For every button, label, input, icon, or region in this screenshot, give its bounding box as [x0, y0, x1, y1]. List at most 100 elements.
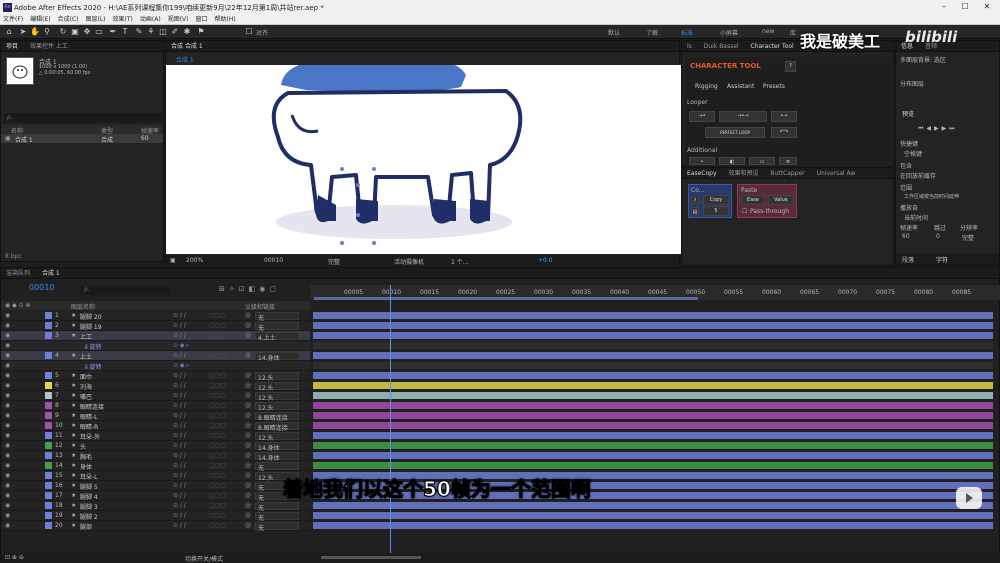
label-color-swatch[interactable] [45, 442, 52, 449]
menu-file[interactable]: 文件(F) [3, 15, 23, 25]
eye-icon[interactable]: ◉ [5, 492, 10, 499]
playback-controls[interactable]: ⏮◀▶▶⏭ [918, 125, 958, 133]
layer-name[interactable]: 腿脚 4 [80, 492, 98, 501]
layer-mode-boxes[interactable]: ▢▢▢ [209, 382, 226, 389]
layer-mode-boxes[interactable]: ▢▢▢ [209, 392, 226, 399]
layer-duration-bar[interactable] [313, 412, 993, 419]
layer-mode-boxes[interactable]: ▢▢▢ [209, 522, 226, 529]
layer-mode-boxes[interactable]: ▢▢▢ [209, 412, 226, 419]
layer-name[interactable]: 耳朵-外 [80, 432, 100, 441]
home-icon[interactable]: ⌂ [4, 27, 14, 37]
layer-name[interactable]: 腿部 [80, 522, 92, 531]
eye-icon[interactable]: ◉ [5, 372, 10, 379]
bpc-label[interactable]: 8 bpc [5, 253, 22, 260]
timeline-current-time[interactable]: 00010 [29, 283, 54, 292]
layer-switch-icons[interactable]: ⊙ / / [173, 452, 186, 459]
layer-duration-bar[interactable] [313, 332, 993, 339]
loop-both-button[interactable]: →•→ [719, 111, 767, 122]
layer-row[interactable]: ◉ 11 ★ 耳朵-外 ⊙ / / ▢▢▢ @12.头 [1, 431, 310, 442]
cache-checkbox[interactable]: 在回放前缓存 [900, 171, 936, 180]
layer-switch-icons[interactable]: ⊙ / / [173, 442, 186, 449]
layer-row[interactable]: ◉ 3 ★ 上工 ⊙ / / ▢▢▢ @4.上土 [1, 331, 310, 342]
copy-count-input[interactable]: 5 [703, 206, 729, 216]
layer-row[interactable]: ◉ 15 ★ 耳朵-L ⊙ / / ▢▢▢ @12.头 [1, 471, 310, 482]
menu-layer[interactable]: 图层(L) [86, 15, 106, 25]
layer-property-row[interactable]: ◉ ⅱ 旋转 ⊙ ◆ ▹ [1, 341, 310, 351]
value-button[interactable]: Value [768, 195, 794, 205]
layer-name[interactable]: 腿脚 19 [80, 322, 102, 331]
parent-pickwhip-icon[interactable]: @ [245, 522, 251, 529]
parent-select[interactable]: 无 [255, 512, 299, 522]
layer-duration-bar[interactable] [313, 372, 993, 379]
workspace-new[interactable]: new [762, 28, 774, 35]
parent-pickwhip-icon[interactable]: @ [245, 412, 251, 419]
loop-reverse-button[interactable]: ↶↷ [771, 127, 797, 138]
layer-row[interactable]: ◉ 17 ★ 腿脚 4 ⊙ / / ▢▢▢ @ 无 [1, 491, 310, 502]
layer-name[interactable]: 腿脚 3 [80, 502, 98, 511]
layer-switch-icons[interactable]: ⊙ / / [173, 502, 186, 509]
layer-mode-boxes[interactable]: ▢▢▢ [209, 462, 226, 469]
keyframe-nav-icon[interactable]: ⊙ ◆ ▹ [173, 362, 189, 369]
tab-character-tool[interactable]: Character Tool [746, 41, 799, 51]
layer-name[interactable]: 胸毛 [80, 452, 92, 461]
layer-mode-boxes[interactable]: ▢▢▢ [209, 442, 226, 449]
layer-mode-boxes[interactable]: ▢▢▢ [209, 372, 226, 379]
layer-row[interactable]: ◉ 18 ★ 腿脚 3 ⊙ / / ▢▢▢ @ 无 [1, 501, 310, 512]
eye-icon[interactable]: ◉ [5, 332, 10, 339]
menu-view[interactable]: 视图(V) [168, 15, 189, 25]
label-color-swatch[interactable] [45, 422, 52, 429]
zoom-level[interactable]: 200% [186, 257, 203, 264]
label-color-swatch[interactable] [45, 512, 52, 519]
layer-row[interactable]: ◉ 2 ★ 腿脚 19 ⊙ / / ▢▢▢ @ 无 [1, 321, 310, 332]
type-tool-icon[interactable]: T [120, 27, 130, 37]
close-icon[interactable]: ✕ [977, 2, 997, 11]
parent-pickwhip-icon[interactable]: @ [245, 452, 251, 459]
layer-mode-boxes[interactable]: ▢▢▢ [209, 452, 226, 459]
property-label[interactable]: ⅱ 旋转 [85, 362, 102, 371]
layer-row[interactable]: ◉ 13 ★ 胸毛 ⊙ / / ▢▢▢ @14.身体 [1, 451, 310, 462]
eye-icon[interactable]: ◉ [5, 432, 10, 439]
layer-mode-boxes[interactable]: ▢▢▢ [209, 332, 226, 339]
exposure-value[interactable]: +0.0 [538, 257, 553, 264]
pin-tool-icon[interactable]: ⚑ [196, 27, 206, 37]
footer-icons[interactable]: ⊡ ⊕ ⊖ [5, 554, 24, 561]
minimize-icon[interactable]: – [934, 2, 954, 11]
align-checkbox-icon[interactable]: ☐ [244, 27, 254, 37]
layer-row[interactable]: ◉ 14 ★ 身体 ⊙ / / ▢▢▢ @ 无 [1, 461, 310, 472]
comp-canvas[interactable] [166, 65, 681, 254]
property-track[interactable] [313, 362, 993, 369]
layer-name[interactable]: 眼睛连接 [80, 402, 104, 411]
layer-switch-icons[interactable]: ⊙ / / [173, 422, 186, 429]
current-time[interactable]: 00010 [264, 257, 283, 264]
layer-switch-icons[interactable]: ⊙ / / [173, 382, 186, 389]
layer-row[interactable]: ◉ 20 ★ 腿部 ⊙ / / ▢▢▢ @ 无 [1, 521, 310, 532]
workspace-standard[interactable]: 标准 [681, 28, 693, 37]
eye-icon[interactable]: ◉ [5, 452, 10, 459]
eye-icon[interactable]: ◉ [5, 382, 10, 389]
parent-pickwhip-icon[interactable]: @ [245, 492, 251, 499]
brush-tool-icon[interactable]: ✎ [134, 27, 144, 37]
parent-select[interactable]: 无 [255, 462, 299, 472]
parent-pickwhip-icon[interactable]: @ [245, 322, 251, 329]
layer-switch-icons[interactable]: ⊙ / / [173, 472, 186, 479]
layer-switch-icons[interactable]: ⊙ / / [173, 432, 186, 439]
tab-universal[interactable]: Universal Aw [812, 168, 861, 178]
parent-select[interactable]: 12.头 [255, 402, 299, 412]
layer-mode-boxes[interactable]: ▢▢▢ [209, 482, 226, 489]
label-color-swatch[interactable] [45, 502, 52, 509]
project-item-row[interactable]: ▣ 合成 1 合成 60 [1, 134, 163, 144]
eye-icon[interactable]: ◉ [5, 502, 10, 509]
tab-buttcapper[interactable]: ButtCapper [765, 168, 809, 178]
tab-ls[interactable]: ls [682, 41, 697, 51]
layer-duration-bar[interactable] [313, 452, 993, 459]
ease-button[interactable]: Ease [741, 195, 765, 205]
label-color-swatch[interactable] [45, 332, 52, 339]
layer-mode-boxes[interactable]: ▢▢▢ [209, 422, 226, 429]
loop-out-button[interactable]: •→ [771, 111, 797, 122]
parent-select[interactable]: 无 [255, 312, 299, 322]
layer-switch-icons[interactable]: ⊙ / / [173, 462, 186, 469]
parent-pickwhip-icon[interactable]: @ [245, 512, 251, 519]
layer-switch-icons[interactable]: ⊙ / / [173, 312, 186, 319]
additional-button-1[interactable]: • [689, 157, 715, 165]
rect-tool-icon[interactable]: ▭ [94, 27, 104, 37]
